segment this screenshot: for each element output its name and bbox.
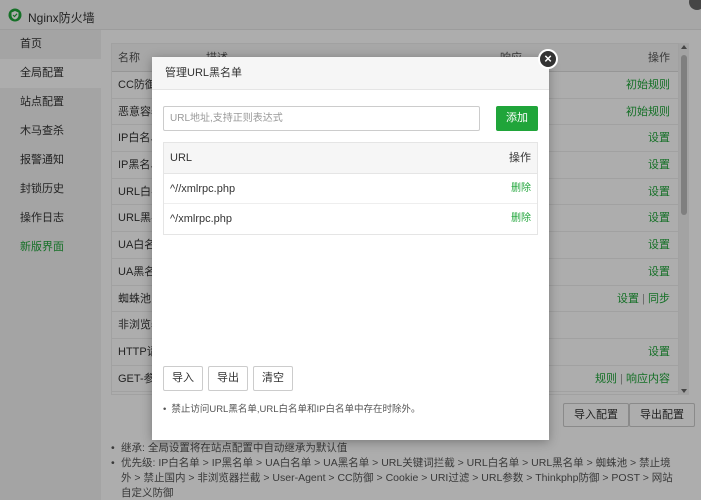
export-button[interactable]: 导出 [208,366,248,391]
url-table: URL 操作 ^//xmlrpc.php 删除 ^/xmlrpc.php 删除 [163,142,538,235]
add-button[interactable]: 添加 [496,106,538,131]
import-button[interactable]: 导入 [163,366,203,391]
modal-close-icon[interactable]: × [538,49,558,69]
delete-link[interactable]: 删除 [511,204,531,234]
url-value: ^/xmlrpc.php [170,213,233,225]
url-input[interactable]: URL地址,支持正则表达式 [163,106,480,131]
url-blacklist-modal: 管理URL黑名单 URL地址,支持正则表达式 添加 URL 操作 ^//xmlr… [152,57,549,440]
url-value: ^//xmlrpc.php [170,183,236,195]
modal-note: 禁止访问URL黑名单,URL白名单和IP白名单中存在时除外。 [163,401,420,415]
url-row: ^//xmlrpc.php 删除 [164,174,537,204]
url-table-header: URL 操作 [164,143,537,174]
delete-link[interactable]: 删除 [511,174,531,204]
col-url: URL [170,152,193,164]
modal-title: 管理URL黑名单 [152,57,549,90]
clear-button[interactable]: 清空 [253,366,293,391]
url-row: ^/xmlrpc.php 删除 [164,204,537,234]
col-url-ops: 操作 [509,152,531,164]
